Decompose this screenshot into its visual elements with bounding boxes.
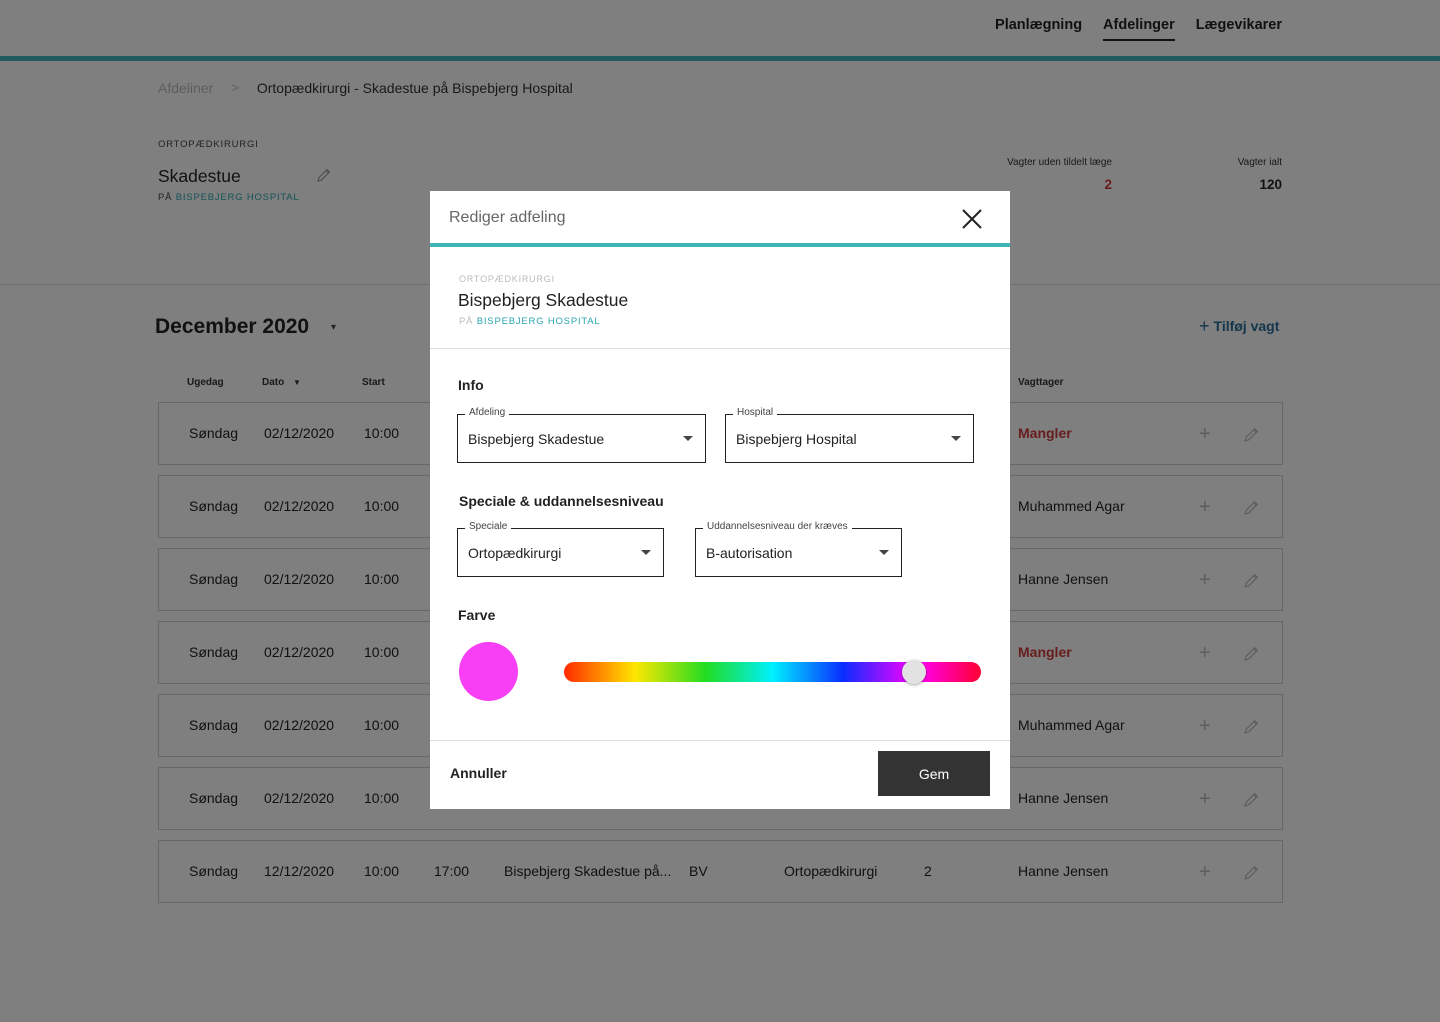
color-swatch: [459, 642, 518, 701]
education-level-select[interactable]: Uddannelsesniveau der kræves B-autorisat…: [695, 521, 902, 577]
hospital-label: Hospital: [733, 407, 778, 418]
modal-department-name: Bispebjerg Skadestue: [458, 290, 629, 310]
dropdown-caret-icon: [951, 436, 961, 441]
education-level-value: B-autorisation: [706, 545, 793, 561]
edit-department-modal: Rediger adfeling ORTOPÆDKIRURGI Bispebje…: [430, 191, 1010, 809]
modal-title: Rediger adfeling: [449, 209, 566, 226]
hospital-select[interactable]: Hospital Bispebjerg Hospital: [725, 407, 974, 463]
modal-department-hospital: PÅ BISPEBJERG HOSPITAL: [459, 316, 601, 327]
modal-department-category: ORTOPÆDKIRURGI: [459, 274, 555, 284]
speciale-value: Ortopædkirurgi: [468, 545, 562, 561]
dropdown-caret-icon: [683, 436, 693, 441]
afdeling-label: Afdeling: [465, 407, 510, 418]
modal-sub-prefix: PÅ: [459, 316, 474, 327]
cancel-button[interactable]: Annuller: [450, 765, 507, 781]
dropdown-caret-icon: [641, 550, 651, 555]
save-button[interactable]: Gem: [878, 751, 990, 796]
afdeling-value: Bispebjerg Skadestue: [468, 431, 605, 447]
modal-department-summary: ORTOPÆDKIRURGI Bispebjerg Skadestue PÅ B…: [430, 247, 1010, 349]
speciale-label: Speciale: [465, 521, 512, 532]
education-level-label: Uddannelsesniveau der kræves: [703, 521, 852, 532]
modal-hospital-link[interactable]: BISPEBJERG HOSPITAL: [477, 316, 601, 327]
modal-header: Rediger adfeling: [430, 191, 1010, 244]
speciale-select[interactable]: Speciale Ortopædkirurgi: [457, 521, 664, 577]
info-heading: Info: [458, 377, 484, 393]
close-icon[interactable]: [961, 208, 983, 230]
afdeling-select[interactable]: Afdeling Bispebjerg Skadestue: [457, 407, 706, 463]
modal-footer: Annuller Gem: [430, 740, 1010, 809]
dropdown-caret-icon: [879, 550, 889, 555]
color-heading: Farve: [458, 607, 496, 623]
hospital-value: Bispebjerg Hospital: [736, 431, 857, 447]
specialty-heading: Speciale & uddannelsesniveau: [459, 493, 664, 509]
